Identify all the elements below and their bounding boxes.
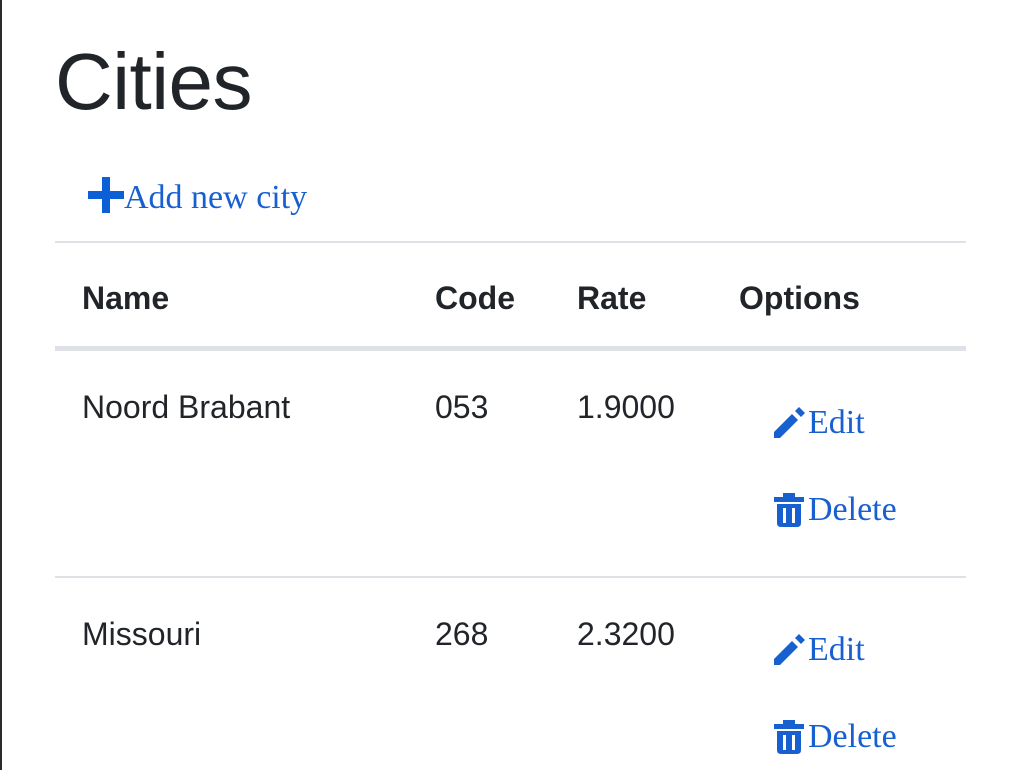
trash-icon <box>772 720 806 754</box>
cell-code: 053 <box>435 388 489 425</box>
edit-link[interactable]: Edit <box>772 401 966 445</box>
trash-icon <box>772 492 806 527</box>
page-title: Cities <box>55 37 253 126</box>
cell-name: Missouri <box>82 616 202 652</box>
header-options: Options <box>739 280 860 316</box>
cell-options: Edit Delete <box>739 577 966 770</box>
pencil-icon <box>772 406 806 440</box>
edit-label: Edit <box>808 403 865 441</box>
pencil-icon <box>772 633 806 667</box>
delete-link[interactable]: Delete <box>772 488 966 532</box>
plus-icon <box>88 177 124 213</box>
cell-code: 268 <box>435 616 489 652</box>
header-rate: Rate <box>577 280 647 316</box>
cell-rate: 1.9000 <box>577 388 675 425</box>
table-row: Noord Brabant 053 1.9000 Edit Delete <box>55 348 966 577</box>
cell-name: Noord Brabant <box>82 388 291 425</box>
cities-table: Name Code Rate Options Noord Brabant 053… <box>55 241 966 770</box>
delete-label: Delete <box>808 490 897 528</box>
add-city-link[interactable]: Add new city <box>88 176 307 220</box>
cell-options: Edit Delete <box>739 348 966 577</box>
delete-link[interactable]: Delete <box>772 715 966 759</box>
table-header-row: Name Code Rate Options <box>55 242 966 348</box>
edit-link[interactable]: Edit <box>772 628 966 672</box>
cell-rate: 2.3200 <box>577 616 675 652</box>
table-row: Missouri 268 2.3200 Edit Delete <box>55 577 966 770</box>
header-code: Code <box>435 280 515 316</box>
header-name: Name <box>82 280 170 316</box>
delete-label: Delete <box>808 718 897 755</box>
add-city-label: Add new city <box>124 179 308 216</box>
edit-label: Edit <box>808 631 865 668</box>
window-edge <box>0 0 2 770</box>
